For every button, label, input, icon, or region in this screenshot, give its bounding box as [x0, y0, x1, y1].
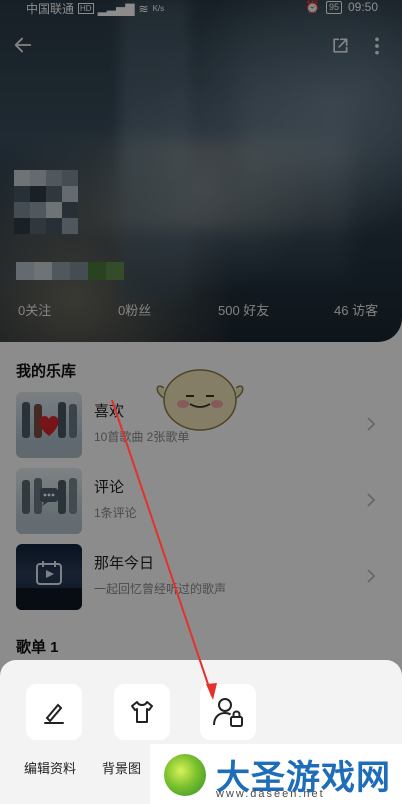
watermark-url: www.daseen.net [216, 788, 325, 800]
privacy-lock-action[interactable] [200, 684, 262, 740]
edit-profile-action[interactable]: 编辑资料 [24, 684, 88, 776]
edit-pen-icon [44, 703, 64, 724]
background-image-action[interactable]: 背景图 [102, 684, 176, 776]
tshirt-icon [131, 701, 153, 723]
profile-page: 中国联通 HD ▂▃▅▇ ≋ K/s ⏰ 95 09:50 0关注 0粉丝 50… [0, 0, 402, 804]
watermark-logo-icon [164, 754, 206, 796]
privacy-lock-button[interactable] [200, 684, 256, 740]
edit-profile-label: 编辑资料 [24, 761, 77, 776]
user-lock-icon [213, 698, 243, 727]
edit-profile-button[interactable] [26, 684, 82, 740]
background-image-button[interactable] [114, 684, 170, 740]
watermark: 大圣游戏网 www.daseen.net [150, 744, 402, 804]
